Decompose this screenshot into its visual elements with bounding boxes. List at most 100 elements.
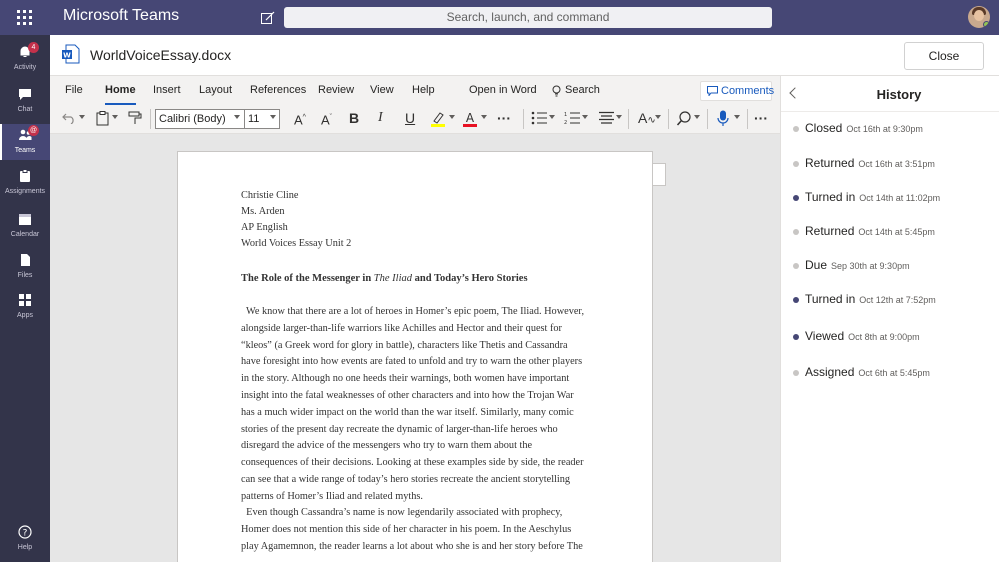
font-size-chevron-icon[interactable] bbox=[270, 115, 276, 119]
styles-icon[interactable]: A∿ bbox=[638, 109, 656, 130]
more-font-options-icon[interactable]: ··· bbox=[497, 109, 511, 127]
page-side-tab[interactable] bbox=[653, 163, 666, 186]
rail-item-files[interactable]: Files bbox=[0, 249, 50, 285]
font-color-chevron-icon[interactable] bbox=[481, 115, 487, 119]
divider bbox=[707, 109, 708, 129]
font-name-select[interactable]: Calibri (Body) bbox=[155, 109, 245, 129]
rail-item-assignments[interactable]: Assignments bbox=[0, 165, 50, 201]
numbering-icon[interactable]: 12 bbox=[564, 111, 580, 125]
presence-available-icon bbox=[983, 21, 990, 28]
assignments-icon bbox=[20, 169, 30, 182]
rail-item-label: Teams bbox=[14, 147, 36, 154]
open-in-word-button[interactable]: Open in Word bbox=[469, 84, 537, 96]
document-canvas[interactable]: Christie Cline Ms. Arden AP English Worl… bbox=[50, 134, 780, 562]
tab-view[interactable]: View bbox=[370, 84, 394, 96]
timeline-dot-icon bbox=[793, 229, 799, 235]
history-time: Oct 12th at 7:52pm bbox=[859, 295, 936, 305]
essay-line: in the story. Although no one heeds thei… bbox=[241, 373, 570, 385]
search-input[interactable]: Search, launch, and command bbox=[284, 7, 772, 28]
font-color-icon[interactable]: A bbox=[462, 110, 478, 128]
bold-icon[interactable]: B bbox=[349, 109, 359, 127]
tab-help[interactable]: Help bbox=[412, 84, 435, 96]
app-rail: 4 Activity Chat @ Teams Assignments Cale… bbox=[0, 35, 50, 562]
activity-count-badge: 4 bbox=[28, 42, 39, 53]
history-event: Closed Oct 16th at 9:30pm bbox=[791, 121, 996, 141]
comment-icon bbox=[707, 86, 718, 96]
tab-insert[interactable]: Insert bbox=[153, 84, 181, 96]
history-status: Due Sep 30th at 9:30pm bbox=[805, 258, 910, 272]
find-chevron-icon[interactable] bbox=[694, 115, 700, 119]
timeline-dot-icon bbox=[793, 334, 799, 340]
history-event: Turned in Oct 14th at 11:02pm bbox=[791, 190, 996, 210]
document-page[interactable]: Christie Cline Ms. Arden AP English Worl… bbox=[177, 151, 653, 562]
essay-line: disregard the advice of the messengers w… bbox=[241, 440, 533, 452]
document-name: WorldVoiceEssay.docx bbox=[90, 47, 232, 63]
rail-item-calendar[interactable]: Calendar bbox=[0, 208, 50, 244]
format-painter-icon[interactable] bbox=[128, 111, 143, 125]
tell-me-search[interactable]: Search bbox=[565, 84, 600, 96]
timeline-dot-icon bbox=[793, 263, 799, 269]
undo-icon[interactable] bbox=[62, 112, 76, 124]
chat-icon bbox=[19, 89, 31, 100]
rail-item-teams[interactable]: @ Teams bbox=[0, 124, 50, 160]
new-chat-icon[interactable] bbox=[260, 10, 276, 26]
highlight-icon[interactable] bbox=[430, 110, 446, 128]
more-options-icon[interactable]: ··· bbox=[754, 109, 768, 127]
avatar[interactable] bbox=[968, 6, 990, 28]
rail-item-activity[interactable]: 4 Activity bbox=[0, 41, 50, 77]
svg-text:1: 1 bbox=[564, 112, 567, 118]
find-icon[interactable] bbox=[677, 111, 692, 126]
essay-line: “kleos” (a Greek word for glory in battl… bbox=[241, 339, 568, 351]
rail-item-label: Calendar bbox=[10, 231, 40, 238]
highlight-chevron-icon[interactable] bbox=[449, 115, 455, 119]
rail-item-label: Help bbox=[17, 544, 33, 551]
comments-button[interactable]: Comments bbox=[700, 81, 775, 101]
history-title: History bbox=[876, 87, 922, 102]
tab-layout[interactable]: Layout bbox=[199, 84, 232, 96]
styles-chevron-icon[interactable] bbox=[655, 115, 661, 119]
divider bbox=[523, 109, 524, 129]
essay-line: patterns of Homer’s Iliad and related my… bbox=[241, 490, 423, 502]
numbering-chevron-icon[interactable] bbox=[582, 115, 588, 119]
shrink-font-icon[interactable]: Aˇ bbox=[321, 109, 332, 129]
word-file-icon: W bbox=[62, 44, 80, 64]
history-header: History bbox=[781, 76, 999, 112]
divider bbox=[747, 109, 748, 129]
close-button[interactable]: Close bbox=[904, 42, 984, 70]
essay-line: consequences of their decisions. Looking… bbox=[241, 457, 584, 469]
paste-dropdown-chevron-icon[interactable] bbox=[112, 115, 118, 119]
grow-font-icon[interactable]: A^ bbox=[294, 109, 306, 129]
undo-dropdown-chevron-icon[interactable] bbox=[79, 115, 85, 119]
essay-line: has a much wider impact on the world tha… bbox=[241, 406, 574, 418]
comments-label: Comments bbox=[721, 85, 775, 97]
align-icon[interactable] bbox=[599, 111, 614, 125]
ribbon: File Home Insert Layout References Revie… bbox=[50, 76, 780, 134]
bullets-chevron-icon[interactable] bbox=[549, 115, 555, 119]
rail-item-help[interactable]: ? Help bbox=[0, 521, 50, 557]
underline-icon[interactable]: U bbox=[405, 109, 415, 127]
tab-home[interactable]: Home bbox=[105, 84, 136, 105]
bullets-icon[interactable] bbox=[531, 111, 547, 125]
dictate-chevron-icon[interactable] bbox=[734, 115, 740, 119]
rail-item-chat[interactable]: Chat bbox=[0, 83, 50, 119]
align-chevron-icon[interactable] bbox=[616, 115, 622, 119]
font-size-select[interactable]: 11 bbox=[244, 109, 280, 129]
italic-icon[interactable]: I bbox=[378, 109, 383, 127]
history-status: Returned Oct 16th at 3:51pm bbox=[805, 156, 935, 170]
tab-references[interactable]: References bbox=[250, 84, 306, 96]
tab-review[interactable]: Review bbox=[318, 84, 354, 96]
history-event: Viewed Oct 8th at 9:00pm bbox=[791, 329, 996, 349]
divider bbox=[668, 109, 669, 129]
dictate-microphone-icon[interactable] bbox=[717, 110, 729, 126]
font-name-chevron-icon[interactable] bbox=[234, 115, 240, 119]
rail-item-apps[interactable]: Apps bbox=[0, 289, 50, 325]
app-launcher-icon[interactable] bbox=[17, 10, 32, 25]
top-bar: Microsoft Teams Search, launch, and comm… bbox=[0, 0, 999, 35]
history-event: Due Sep 30th at 9:30pm bbox=[791, 258, 996, 278]
rail-item-label: Assignments bbox=[4, 188, 46, 195]
clipboard-paste-icon[interactable] bbox=[96, 111, 109, 126]
rail-item-label: Activity bbox=[13, 64, 37, 71]
tab-file[interactable]: File bbox=[65, 84, 83, 96]
teams-mention-badge: @ bbox=[28, 125, 40, 136]
apps-icon bbox=[19, 294, 31, 306]
